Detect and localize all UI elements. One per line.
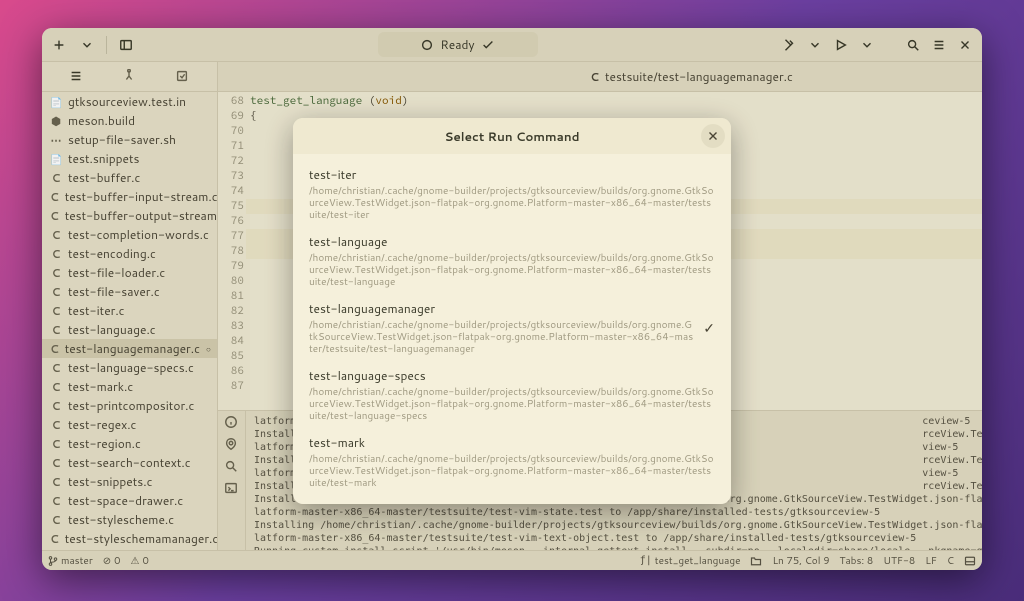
command-list[interactable]: test-iter/home/christian/.cache/gnome-bu…: [293, 154, 731, 504]
command-row[interactable]: test-language-specs/home/christian/.cach…: [293, 361, 731, 428]
run-command-dialog: Select Run Command test-iter/home/christ…: [293, 118, 731, 504]
command-path: /home/christian/.cache/gnome-builder/pro…: [309, 453, 715, 489]
command-title: test-iter: [309, 166, 715, 183]
command-row[interactable]: test-language/home/christian/.cache/gnom…: [293, 227, 731, 294]
modal-backdrop: Select Run Command test-iter/home/christ…: [42, 28, 982, 570]
command-path: /home/christian/.cache/gnome-builder/pro…: [309, 185, 715, 221]
dialog-header: Select Run Command: [293, 118, 731, 154]
command-title: test-mark: [309, 434, 715, 451]
command-title: test-printcompositor: [309, 501, 715, 504]
command-title: test-language-specs: [309, 367, 715, 384]
command-row[interactable]: test-printcompositor/home/christian/.cac…: [293, 495, 731, 504]
command-row[interactable]: test-iter/home/christian/.cache/gnome-bu…: [293, 160, 731, 227]
command-path: /home/christian/.cache/gnome-builder/pro…: [309, 319, 693, 355]
command-title: test-languagemanager: [309, 300, 693, 317]
command-path: /home/christian/.cache/gnome-builder/pro…: [309, 386, 715, 422]
dialog-title: Select Run Command: [444, 128, 579, 145]
command-row[interactable]: test-mark/home/christian/.cache/gnome-bu…: [293, 428, 731, 495]
dialog-close-button[interactable]: [701, 124, 725, 148]
main-window: Ready gtksourceview.test.inmeson.buildse…: [42, 28, 982, 570]
command-row[interactable]: test-languagemanager/home/christian/.cac…: [293, 294, 731, 361]
selected-check-icon: ✓: [693, 318, 715, 338]
command-path: /home/christian/.cache/gnome-builder/pro…: [309, 252, 715, 288]
command-title: test-language: [309, 233, 715, 250]
